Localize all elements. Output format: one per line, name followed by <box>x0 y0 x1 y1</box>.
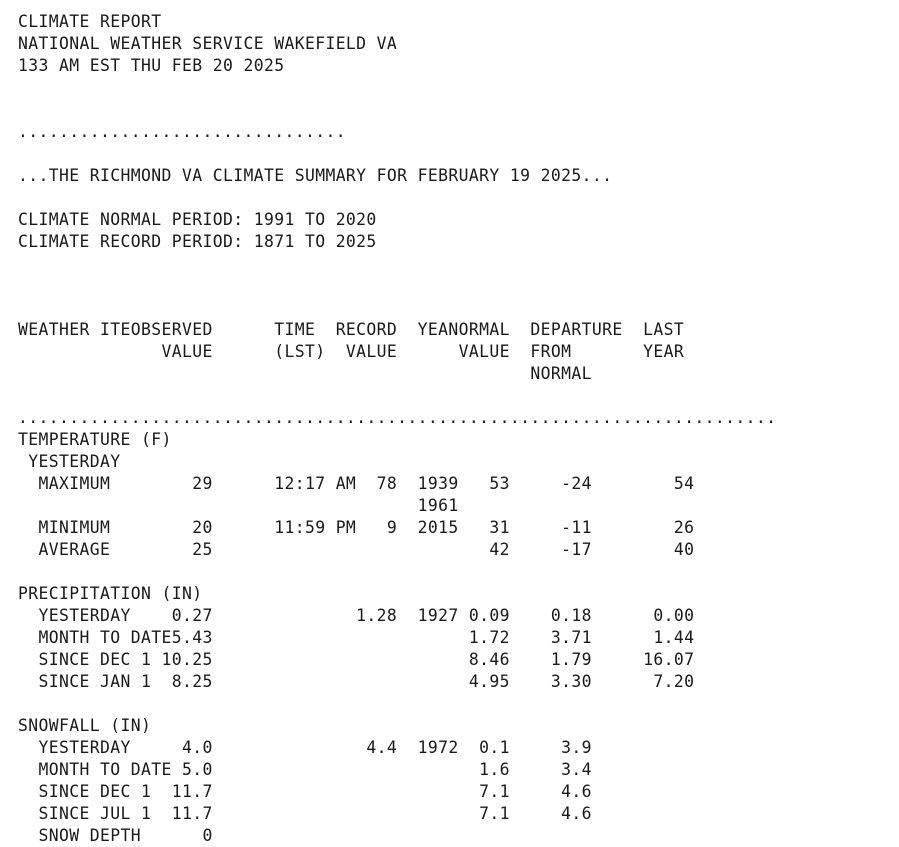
record-period: CLIMATE RECORD PERIOD: 1871 TO 2025 <box>18 232 377 251</box>
table-row: SINCE JUL 1 11.7 7.1 4.6 <box>18 804 592 823</box>
table-row: SINCE DEC 1 10.25 8.46 1.79 16.07 <box>18 650 695 669</box>
table-row: MINIMUM 20 11:59 PM 9 2015 31 -11 26 <box>18 518 695 537</box>
climate-report-text: CLIMATE REPORT NATIONAL WEATHER SERVICE W… <box>18 11 776 847</box>
table-row: AVERAGE 25 42 -17 40 <box>18 540 695 559</box>
table-row-extra-year: 1961 <box>18 496 459 515</box>
table-header-row-3: NORMAL <box>18 364 592 383</box>
summary-line: ...THE RICHMOND VA CLIMATE SUMMARY FOR F… <box>18 166 613 185</box>
table-row: YESTERDAY 0.27 1.28 1927 0.09 0.18 0.00 <box>18 606 695 625</box>
report-issue-time: 133 AM EST THU FEB 20 2025 <box>18 56 285 75</box>
table-row: MAXIMUM 29 12:17 AM 78 1939 53 -24 54 <box>18 474 695 493</box>
separator-short: ................................ <box>18 122 346 141</box>
separator-long: ........................................… <box>18 408 777 427</box>
table-header-row-2: VALUE (LST) VALUE VALUE FROM YEAR <box>18 342 685 361</box>
table-header-row-1: WEATHER ITEOBSERVED TIME RECORD YEANORMA… <box>18 320 685 339</box>
report-title: CLIMATE REPORT <box>18 12 162 31</box>
report-office: NATIONAL WEATHER SERVICE WAKEFIELD VA <box>18 34 398 53</box>
normal-period: CLIMATE NORMAL PERIOD: 1991 TO 2020 <box>18 210 377 229</box>
table-row: SINCE DEC 1 11.7 7.1 4.6 <box>18 782 592 801</box>
table-row: MONTH TO DATE5.43 1.72 3.71 1.44 <box>18 628 695 647</box>
table-row: SINCE JAN 1 8.25 4.95 3.30 7.20 <box>18 672 695 691</box>
table-row: YESTERDAY 4.0 4.4 1972 0.1 3.9 <box>18 738 592 757</box>
section-heading: SNOWFALL (IN) <box>18 716 152 735</box>
section-subheading: YESTERDAY <box>18 452 121 471</box>
section-heading: TEMPERATURE (F) <box>18 430 172 449</box>
section-heading: PRECIPITATION (IN) <box>18 584 203 603</box>
table-row: SNOW DEPTH 0 <box>18 826 213 845</box>
table-row: MONTH TO DATE 5.0 1.6 3.4 <box>18 760 592 779</box>
